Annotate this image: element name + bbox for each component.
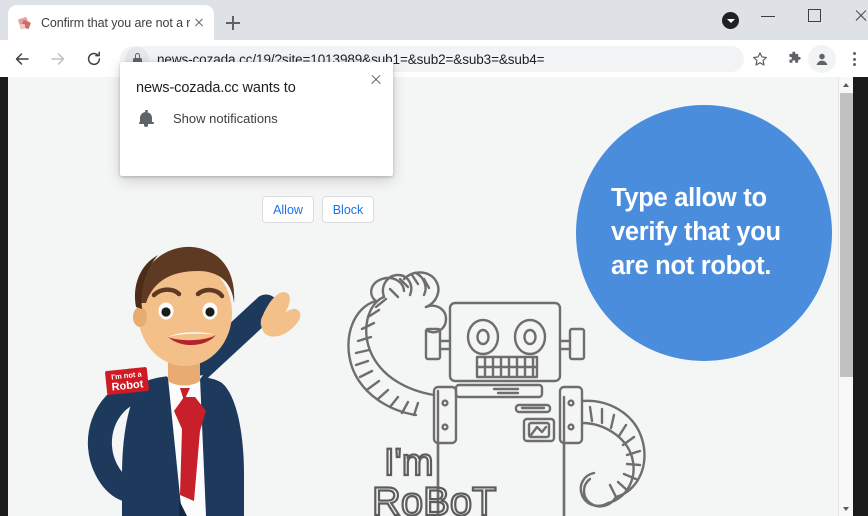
robot-label-line2: RoBoT (372, 480, 497, 516)
chrome-menu-icon[interactable] (840, 45, 868, 73)
close-tab-icon[interactable] (190, 14, 208, 32)
dialog-title: news-cozada.cc wants to (136, 80, 296, 96)
bookmark-star-icon[interactable] (746, 45, 774, 73)
tab-strip: Confirm that you are not a robot (0, 0, 868, 40)
robot-label-line1: I'm (384, 442, 433, 484)
minimize-window-button[interactable] (746, 0, 792, 32)
arrow-right-icon (48, 49, 68, 69)
browser-tab[interactable]: Confirm that you are not a robot (8, 5, 214, 40)
reload-button[interactable] (80, 45, 108, 73)
page-scrollbar[interactable] (838, 77, 853, 516)
back-button[interactable] (8, 45, 36, 73)
notification-permission-dialog: news-cozada.cc wants to Show notificatio… (120, 62, 393, 176)
scroll-down-arrow-icon[interactable] (839, 501, 853, 516)
maximize-window-button[interactable] (792, 0, 838, 32)
permission-label: Show notifications (173, 111, 278, 126)
waving-man-illustration: I'm not a Robot (48, 245, 308, 516)
new-tab-button[interactable] (220, 10, 246, 36)
reload-icon (84, 49, 104, 69)
extensions-puzzle-icon[interactable] (780, 45, 808, 73)
arrow-left-icon (12, 49, 32, 69)
bell-icon (136, 108, 156, 128)
tab-title: Confirm that you are not a robot (41, 16, 190, 30)
scroll-up-arrow-icon[interactable] (839, 77, 853, 92)
scrollbar-thumb[interactable] (840, 93, 853, 377)
forward-button[interactable] (44, 45, 72, 73)
dialog-close-icon[interactable] (366, 69, 386, 89)
profile-avatar-icon[interactable] (808, 45, 836, 73)
sketch-robot-illustration: I'm RoBoT (338, 267, 668, 516)
close-window-button[interactable] (838, 0, 868, 32)
permission-row: Show notifications (136, 108, 278, 128)
download-indicator-icon[interactable] (722, 12, 739, 29)
browser-window: Confirm that you are not a robot (0, 0, 868, 516)
site-favicon-icon (17, 15, 33, 31)
block-button[interactable]: Block (322, 196, 374, 223)
allow-button[interactable]: Allow (262, 196, 314, 223)
